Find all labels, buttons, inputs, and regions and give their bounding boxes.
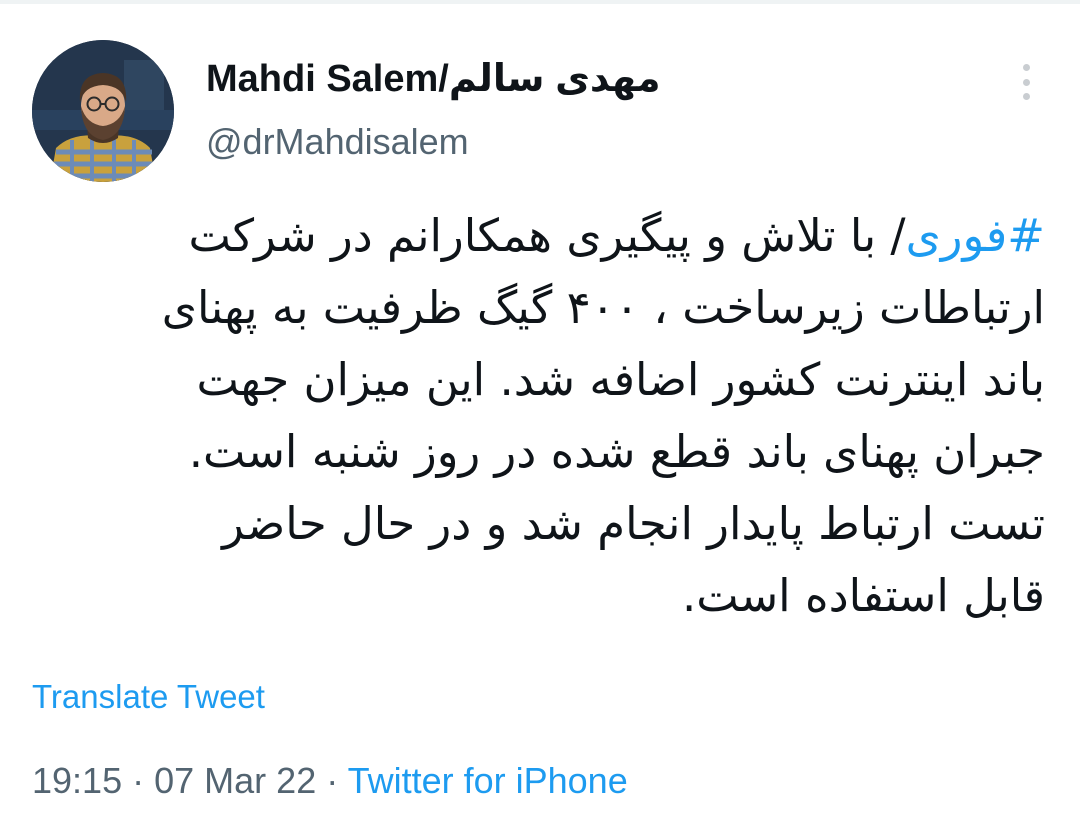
avatar-photo — [32, 40, 174, 182]
meta-separator: · — [132, 760, 145, 801]
tweet-line-text: / با تلاش و پیگیری همکارانم در شرکت — [188, 209, 906, 262]
tweet-card: Mahdi Salem/مهدی سالم @drMahdisalem #فور… — [0, 0, 1080, 835]
more-dots-vertical-icon[interactable] — [1010, 60, 1042, 104]
tweet-line: ارتباطات زیرساخت ، ۴۰۰ گیگ ظرفیت به پهنا… — [161, 281, 1045, 334]
tweet-line: جبران پهنای باند قطع شده در روز شنبه است… — [188, 425, 1045, 478]
author-display-name[interactable]: Mahdi Salem/مهدی سالم — [206, 56, 661, 101]
author-handle[interactable]: @drMahdisalem — [206, 121, 469, 163]
tweet-source-link[interactable]: Twitter for iPhone — [348, 760, 628, 801]
tweet-text: #فوری/ با تلاش و پیگیری همکارانم در شرکت… — [40, 200, 1045, 632]
tweet-line: قابل استفاده است. — [681, 569, 1045, 622]
author-avatar[interactable] — [32, 40, 174, 182]
hashtag-link[interactable]: #فوری — [906, 209, 1045, 262]
more-dot — [1022, 64, 1030, 71]
meta-separator: · — [326, 760, 339, 801]
tweet-date[interactable]: 07 Mar 22 — [154, 760, 316, 801]
tweet-meta: 19:15 · 07 Mar 22 · Twitter for iPhone — [32, 760, 628, 802]
more-dot — [1022, 78, 1030, 86]
translate-tweet-link[interactable]: Translate Tweet — [32, 678, 265, 716]
tweet-line: تست ارتباط پایدار انجام شد و در حال حاضر — [222, 497, 1045, 550]
tweet-line: باند اینترنت کشور اضافه شد. این میزان جه… — [196, 353, 1045, 406]
more-dot — [1022, 93, 1030, 100]
tweet-line: #فوری/ با تلاش و پیگیری همکارانم در شرکت — [40, 200, 1046, 272]
tweet-time[interactable]: 19:15 — [32, 760, 122, 801]
